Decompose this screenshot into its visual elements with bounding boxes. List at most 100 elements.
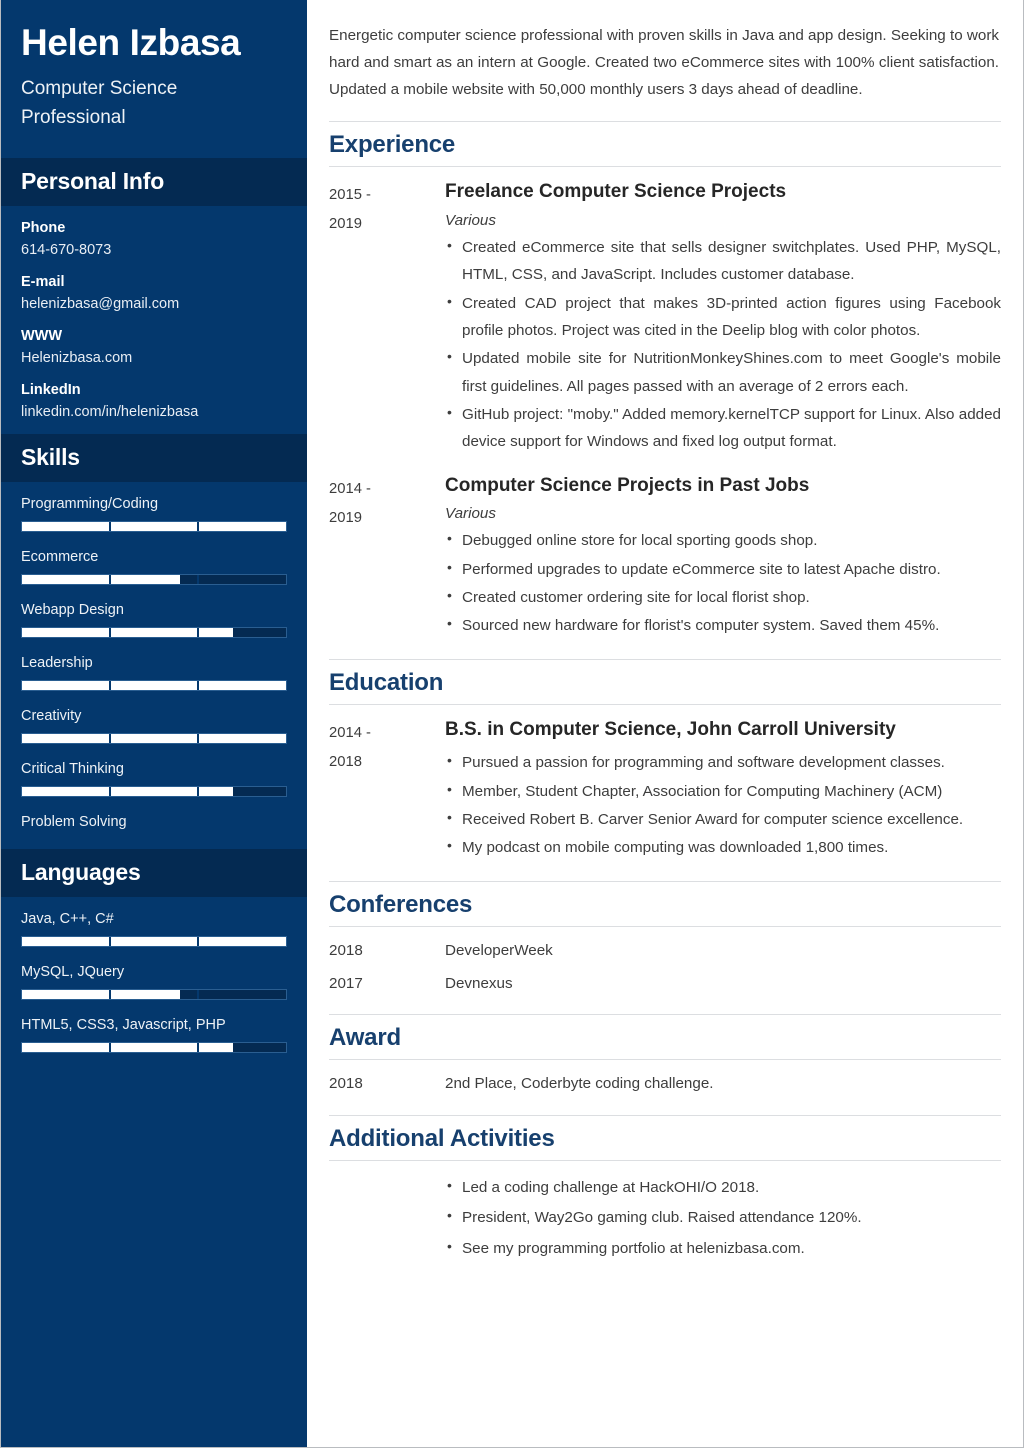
entry-bullet-list: Created eCommerce site that sells design… bbox=[445, 233, 1001, 456]
section-header-languages: Languages bbox=[1, 849, 307, 898]
contact-item-email: E-mail helenizbasa@gmail.com bbox=[21, 274, 287, 312]
language-item: HTML5, CSS3, Javascript, PHP bbox=[21, 1017, 287, 1054]
skill-item: Ecommerce bbox=[21, 549, 287, 586]
skill-label: Creativity bbox=[21, 708, 82, 725]
bullet-item: Led a coding challenge at HackOHI/O 2018… bbox=[445, 1172, 1001, 1203]
personal-info-heading: Personal Info bbox=[21, 168, 165, 195]
entry-body: Freelance Computer Science Projects Vari… bbox=[445, 179, 1001, 457]
contact-value-linkedin[interactable]: linkedin.com/in/helenizbasa bbox=[21, 404, 287, 420]
contact-label: E-mail bbox=[21, 274, 65, 291]
section-additional-activities: Additional Activities Led a coding chall… bbox=[329, 1114, 1001, 1264]
skill-item: Critical Thinking bbox=[21, 761, 287, 798]
conference-name: DeveloperWeek bbox=[445, 941, 553, 959]
skill-label: Webapp Design bbox=[21, 602, 124, 619]
education-heading: Education bbox=[329, 668, 444, 696]
skill-level-bar bbox=[21, 574, 287, 586]
conferences-heading: Conferences bbox=[329, 890, 473, 918]
experience-entry: 2015 - 2019 Freelance Computer Science P… bbox=[329, 179, 1001, 457]
skill-level-bar bbox=[21, 521, 287, 533]
job-role-subtitle: Computer Science Professional bbox=[21, 78, 178, 128]
conferences-header: Conferences bbox=[329, 880, 1001, 927]
languages-heading: Languages bbox=[21, 859, 141, 886]
conference-year: 2017 bbox=[329, 975, 363, 993]
conference-name: Devnexus bbox=[445, 975, 513, 993]
contact-value-email[interactable]: helenizbasa@gmail.com bbox=[21, 296, 287, 312]
languages-body: Java, C++, C# MySQL, JQuery HTML5, CSS3,… bbox=[1, 897, 307, 1071]
award-year: 2018 bbox=[329, 1075, 363, 1093]
entry-title: B.S. in Computer Science, John Carroll U… bbox=[445, 718, 896, 740]
skill-item: Programming/Coding bbox=[21, 496, 287, 533]
skill-item: Problem Solving bbox=[21, 814, 287, 830]
skill-label: Problem Solving bbox=[21, 814, 127, 831]
bullet-item: Sourced new hardware for florist's compu… bbox=[445, 611, 1001, 639]
date-start: 2015 - bbox=[329, 187, 371, 204]
language-level-bar bbox=[21, 989, 287, 1001]
entry-date-range: 2014 - 2019 bbox=[329, 473, 445, 533]
education-header: Education bbox=[329, 658, 1001, 705]
sidebar: Helen Izbasa Computer Science Profession… bbox=[1, 0, 307, 1447]
language-level-bar bbox=[21, 1042, 287, 1054]
skill-label: Leadership bbox=[21, 655, 93, 672]
language-label: Java, C++, C# bbox=[21, 911, 114, 928]
resume-page: Helen Izbasa Computer Science Profession… bbox=[0, 0, 1024, 1448]
contact-item-linkedin: LinkedIn linkedin.com/in/helenizbasa bbox=[21, 382, 287, 420]
language-item: Java, C++, C# bbox=[21, 911, 287, 948]
bullet-item: My podcast on mobile computing was downl… bbox=[445, 833, 1001, 861]
entry-bullet-list: Debugged online store for local sporting… bbox=[445, 526, 1001, 639]
section-conferences: Conferences 2018 DeveloperWeek 2017 Devn… bbox=[329, 880, 1001, 997]
bullet-item: Debugged online store for local sporting… bbox=[445, 526, 1001, 554]
contact-value-phone[interactable]: 614-670-8073 bbox=[21, 242, 287, 258]
skill-item: Leadership bbox=[21, 655, 287, 692]
bullet-item: Performed upgrades to update eCommerce s… bbox=[445, 555, 1001, 583]
language-label: HTML5, CSS3, Javascript, PHP bbox=[21, 1017, 226, 1034]
bullet-item: Created customer ordering site for local… bbox=[445, 583, 1001, 611]
experience-entry: 2014 - 2019 Computer Science Projects in… bbox=[329, 473, 1001, 641]
bullet-item: See my programming portfolio at helenizb… bbox=[445, 1233, 1001, 1264]
contact-item-www: WWW Helenizbasa.com bbox=[21, 328, 287, 366]
date-start: 2014 - bbox=[329, 724, 371, 741]
language-label: MySQL, JQuery bbox=[21, 964, 125, 981]
experience-heading: Experience bbox=[329, 131, 456, 159]
contact-value-www[interactable]: Helenizbasa.com bbox=[21, 350, 287, 366]
skill-level-bar bbox=[21, 733, 287, 745]
date-end: 2019 bbox=[329, 215, 362, 232]
activities-bullet-list: Led a coding challenge at HackOHI/O 2018… bbox=[445, 1172, 1001, 1264]
section-experience: Experience 2015 - 2019 Freelance Compute… bbox=[329, 121, 1001, 641]
section-header-personal-info: Personal Info bbox=[1, 158, 307, 207]
skill-item: Webapp Design bbox=[21, 602, 287, 639]
skill-label: Critical Thinking bbox=[21, 761, 124, 778]
award-row: 2018 2nd Place, Coderbyte coding challen… bbox=[329, 1072, 1001, 1096]
entry-body: Computer Science Projects in Past Jobs V… bbox=[445, 473, 1001, 641]
entry-subtitle: Various bbox=[445, 505, 496, 523]
bullet-item: Member, Student Chapter, Association for… bbox=[445, 777, 1001, 805]
contact-item-phone: Phone 614-670-8073 bbox=[21, 220, 287, 258]
section-education: Education 2014 - 2018 B.S. in Computer S… bbox=[329, 658, 1001, 863]
skill-item: Creativity bbox=[21, 708, 287, 745]
skill-label: Ecommerce bbox=[21, 549, 99, 566]
language-level-bar bbox=[21, 936, 287, 948]
experience-header: Experience bbox=[329, 121, 1001, 168]
contact-label: LinkedIn bbox=[21, 382, 81, 399]
bullet-item: Created CAD project that makes 3D-printe… bbox=[445, 289, 1001, 345]
entry-subtitle: Various bbox=[445, 211, 496, 229]
date-end: 2019 bbox=[329, 509, 362, 526]
bullet-item: GitHub project: "moby." Added memory.ker… bbox=[445, 400, 1001, 456]
bullet-item: Created eCommerce site that sells design… bbox=[445, 233, 1001, 289]
skill-level-bar bbox=[21, 786, 287, 798]
entry-date-range: 2015 - 2019 bbox=[329, 179, 445, 239]
additional-activities-header: Additional Activities bbox=[329, 1114, 1001, 1161]
contact-label: WWW bbox=[21, 328, 63, 345]
education-entry: 2014 - 2018 B.S. in Computer Science, Jo… bbox=[329, 717, 1001, 863]
skill-label: Programming/Coding bbox=[21, 496, 159, 513]
conference-row: 2017 Devnexus bbox=[329, 972, 1001, 996]
award-heading: Award bbox=[329, 1024, 401, 1052]
personal-info-body: Phone 614-670-8073 E-mail helenizbasa@gm… bbox=[1, 206, 307, 434]
skills-body: Programming/Coding Ecommerce Webapp Desi… bbox=[1, 482, 307, 849]
page-title: Helen Izbasa bbox=[21, 22, 241, 63]
entry-bullet-list: Pursued a passion for programming and so… bbox=[445, 748, 1001, 861]
bullet-item: Pursued a passion for programming and so… bbox=[445, 748, 1001, 776]
section-award: Award 2018 2nd Place, Coderbyte coding c… bbox=[329, 1014, 1001, 1096]
conference-row: 2018 DeveloperWeek bbox=[329, 939, 1001, 963]
identity-block: Helen Izbasa Computer Science Profession… bbox=[1, 0, 307, 158]
conference-year: 2018 bbox=[329, 941, 363, 959]
